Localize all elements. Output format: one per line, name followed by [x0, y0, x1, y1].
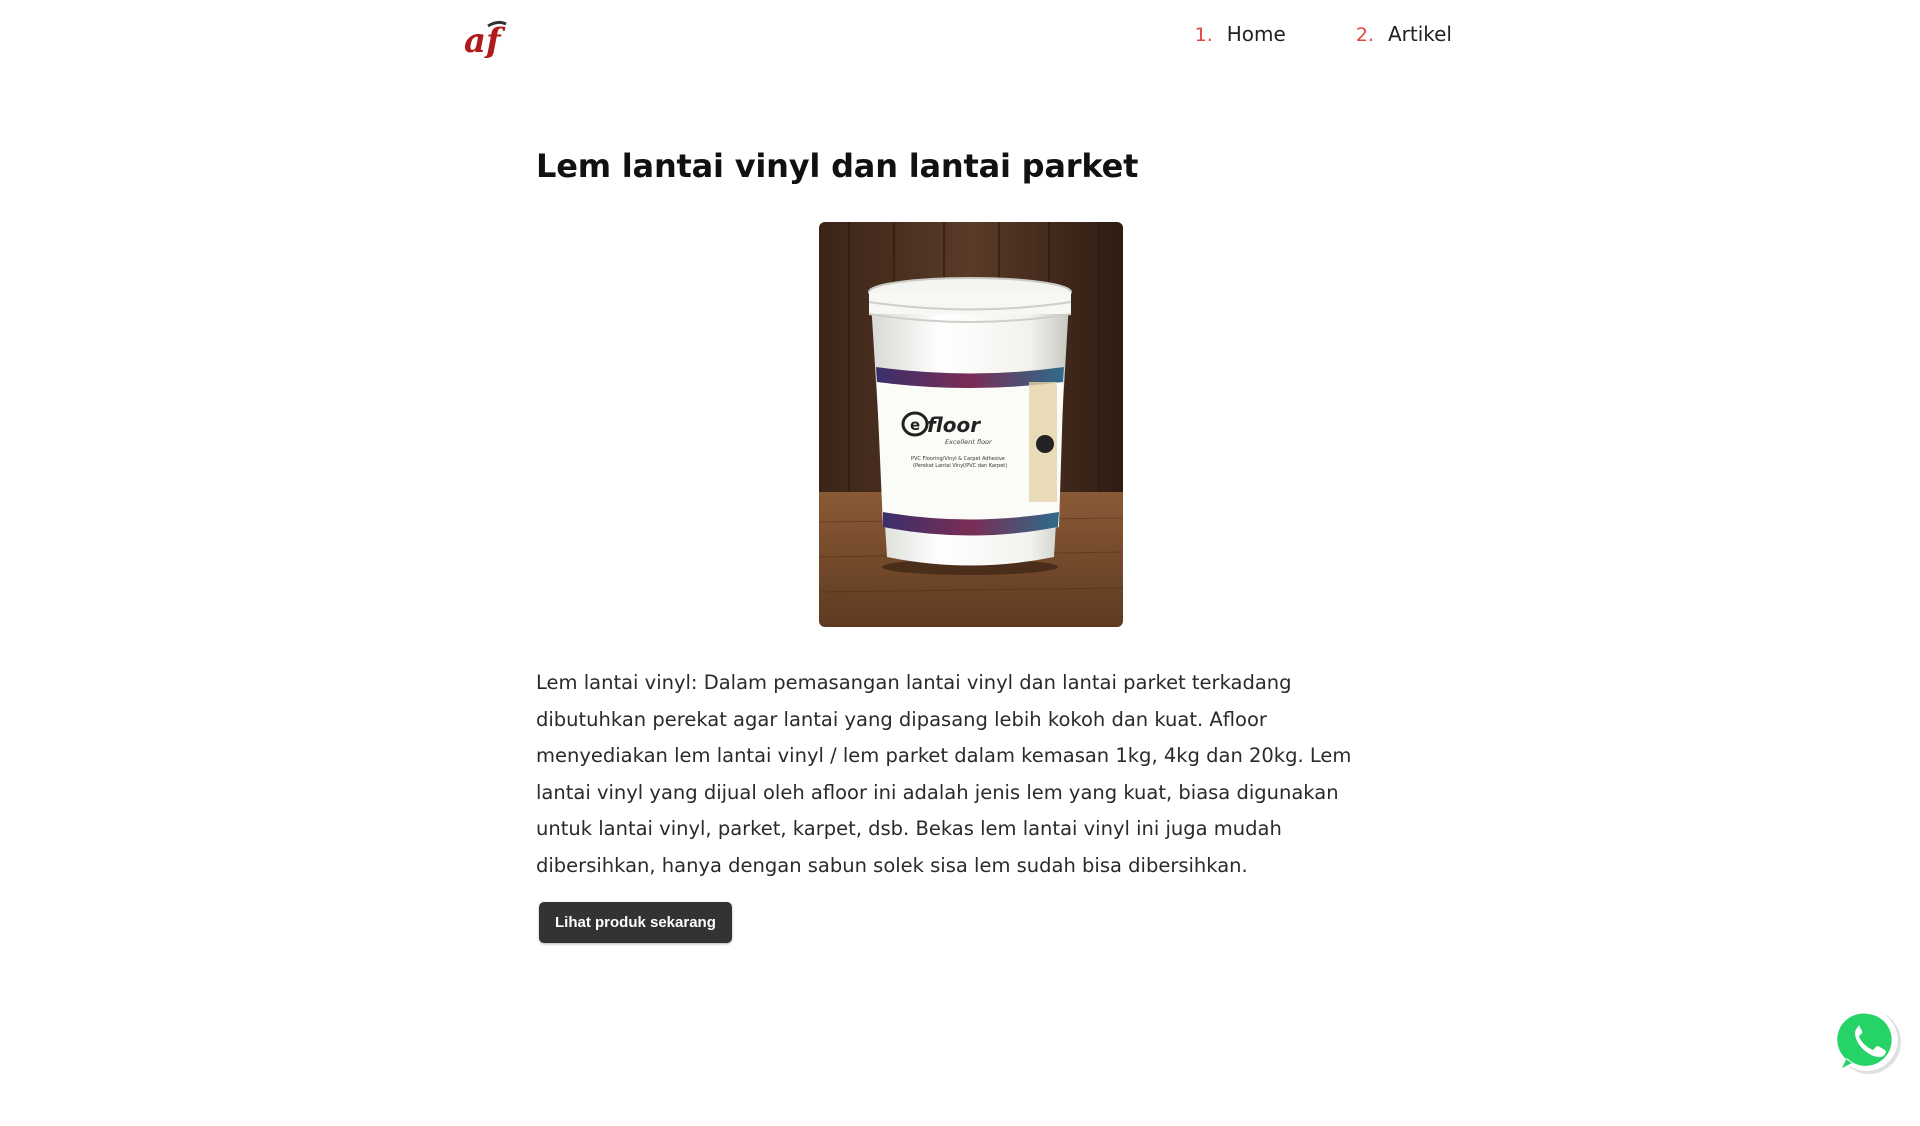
- whatsapp-icon[interactable]: [1832, 1005, 1904, 1077]
- article-title: Lem lantai vinyl dan lantai parket: [536, 147, 1139, 185]
- brand-prefix: e: [910, 416, 920, 434]
- article-body: Lem lantai vinyl: Dalam pemasangan lanta…: [536, 671, 1352, 877]
- page: af 1. Home 2. Artikel Lem lantai vinyl d…: [0, 0, 1920, 1126]
- product-image: e floor Excellent floor PVC Flooring/Vin…: [819, 222, 1123, 627]
- brand-tagline: Excellent floor: [945, 438, 993, 446]
- nav-number: 2.: [1355, 24, 1374, 46]
- main-nav: 1. Home 2. Artikel: [1195, 22, 1452, 46]
- article: Lem lantai vinyl dan lantai parket e flo…: [536, 140, 1386, 943]
- label-line-2: (Perekat Lantai Vinyl/PVC dan Karpet): [913, 463, 1007, 469]
- nav-number: 1.: [1194, 24, 1213, 46]
- nav-item-artikel[interactable]: 2. Artikel: [1356, 22, 1452, 46]
- weight-label: Nett Weight : 1KG: [931, 509, 976, 515]
- afloor-logo[interactable]: af: [462, 18, 510, 58]
- nav-item-home[interactable]: 1. Home: [1195, 22, 1286, 46]
- label-line-1: PVC Flooring/Vinyl & Carpet Adhesive: [911, 456, 1005, 462]
- logo-text: af: [464, 21, 506, 58]
- brand-name: floor: [927, 413, 981, 437]
- view-product-button[interactable]: Lihat produk sekarang: [539, 902, 732, 943]
- nav-label-artikel: Artikel: [1387, 22, 1452, 46]
- nav-label-home: Home: [1226, 22, 1286, 46]
